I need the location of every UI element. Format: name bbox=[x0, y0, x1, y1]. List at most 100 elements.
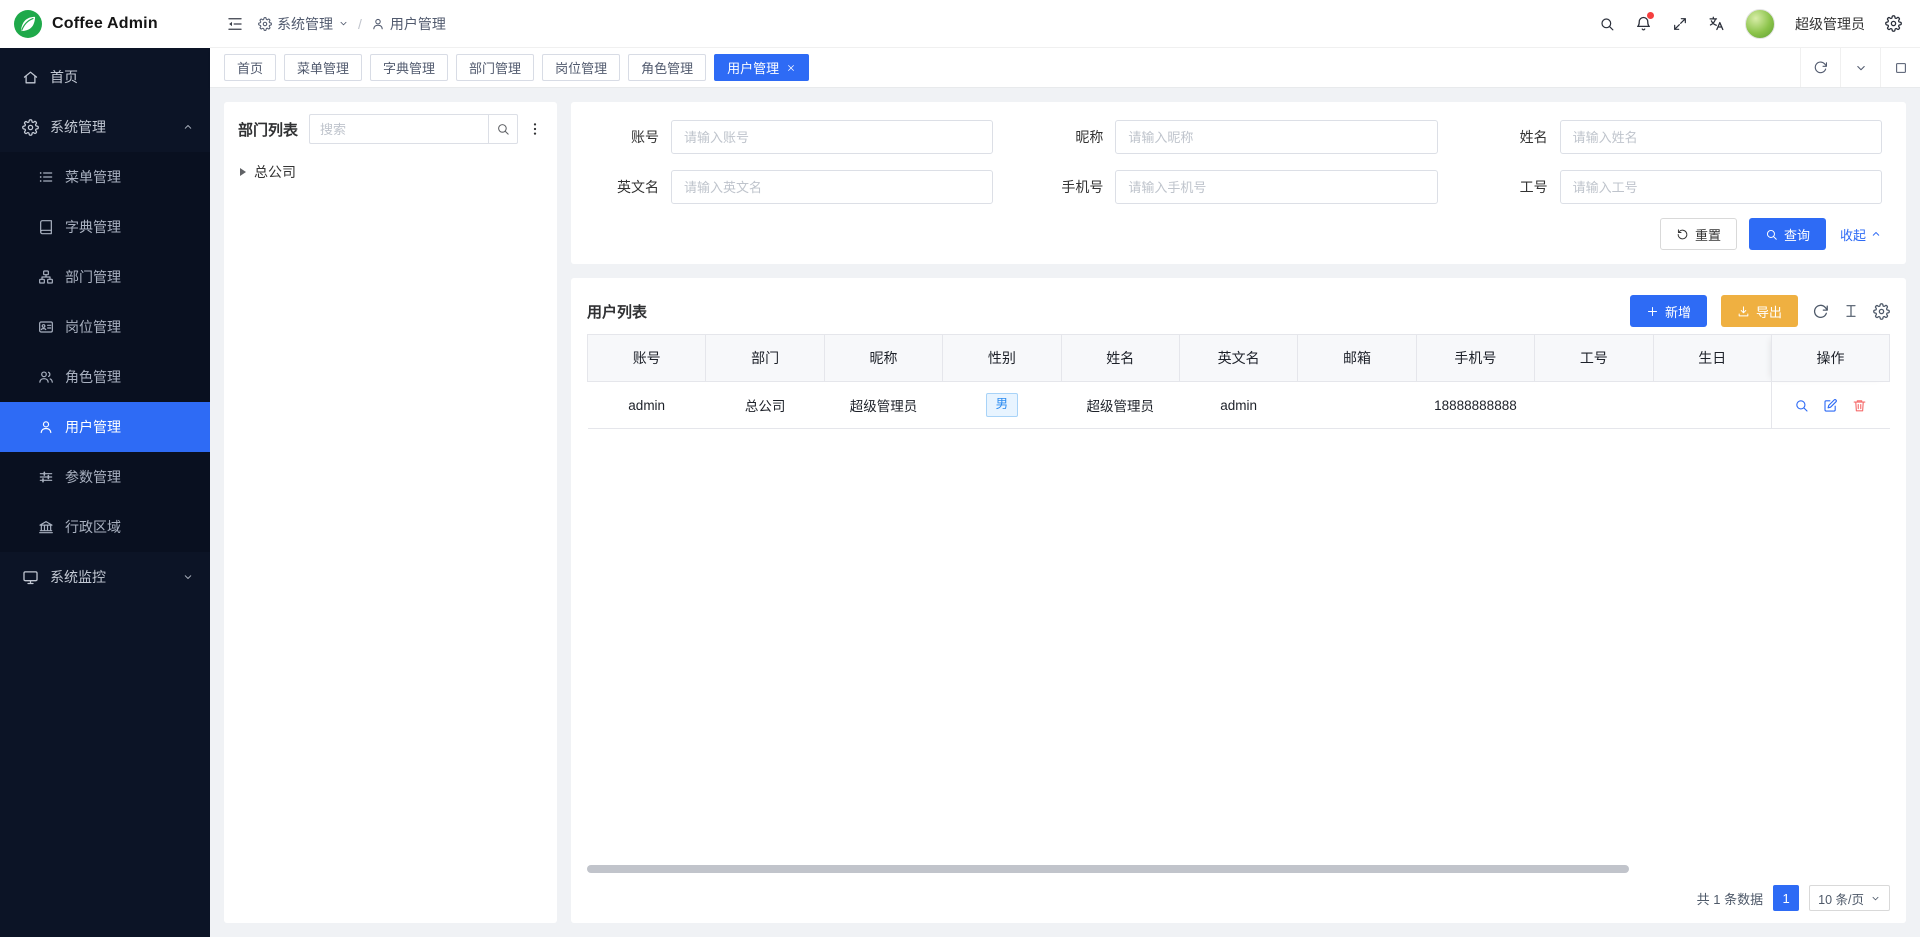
cell-email bbox=[1298, 382, 1416, 429]
page-1-button[interactable]: 1 bbox=[1773, 885, 1799, 911]
global-search-button[interactable] bbox=[1599, 16, 1615, 32]
query-button-label: 查询 bbox=[1784, 225, 1810, 244]
field-english-name: 英文名 bbox=[595, 170, 993, 204]
header-row: 账号 部门 昵称 性别 姓名 英文名 邮箱 手机号 工号 生日 操作 bbox=[588, 335, 1890, 382]
tab-maximize-button[interactable] bbox=[1880, 48, 1920, 87]
collapse-form-link[interactable]: 收起 bbox=[1840, 225, 1882, 244]
chevron-down-icon bbox=[1854, 61, 1868, 75]
edit-button[interactable] bbox=[1823, 398, 1838, 413]
sidebar-collapse-button[interactable] bbox=[226, 15, 244, 33]
tab-menu-management[interactable]: 菜单管理 bbox=[284, 54, 362, 81]
sidebar-item-label: 岗位管理 bbox=[65, 317, 121, 337]
cell-account: admin bbox=[588, 382, 706, 429]
department-search-button[interactable] bbox=[488, 114, 518, 144]
view-button[interactable] bbox=[1794, 398, 1809, 413]
tab-user-management[interactable]: 用户管理 bbox=[714, 54, 809, 81]
sidebar-group-system-monitor[interactable]: 系统监控 bbox=[0, 552, 210, 602]
scrollbar-thumb[interactable] bbox=[587, 865, 1629, 873]
cell-department: 总公司 bbox=[706, 382, 824, 429]
gear-icon bbox=[1873, 303, 1890, 320]
chevron-up-icon bbox=[182, 121, 194, 133]
department-more-button[interactable] bbox=[527, 121, 543, 137]
sidebar-item-dept-management[interactable]: 部门管理 bbox=[0, 252, 210, 302]
sidebar-item-home[interactable]: 首页 bbox=[0, 52, 210, 102]
tree-node-head-office[interactable]: 总公司 bbox=[238, 158, 543, 186]
fullscreen-button[interactable] bbox=[1672, 16, 1688, 32]
sidebar-item-param-management[interactable]: 参数管理 bbox=[0, 452, 210, 502]
language-button[interactable] bbox=[1708, 15, 1725, 32]
sidebar-item-label: 菜单管理 bbox=[65, 167, 121, 187]
cell-name: 超级管理员 bbox=[1061, 382, 1179, 429]
delete-button[interactable] bbox=[1852, 398, 1867, 413]
tree-caret-icon[interactable] bbox=[240, 168, 246, 176]
tab-dropdown-button[interactable] bbox=[1840, 48, 1880, 87]
tab-post-management[interactable]: 岗位管理 bbox=[542, 54, 620, 81]
export-download-icon bbox=[1737, 305, 1750, 318]
column-settings-button[interactable] bbox=[1873, 303, 1890, 320]
column-header-name: 姓名 bbox=[1061, 335, 1179, 382]
sidebar-item-user-management[interactable]: 用户管理 bbox=[0, 402, 210, 452]
add-user-button[interactable]: 新增 bbox=[1630, 295, 1707, 327]
close-icon[interactable] bbox=[786, 63, 796, 73]
name-input[interactable] bbox=[1560, 120, 1882, 154]
app-logo[interactable]: Coffee Admin bbox=[0, 0, 210, 48]
breadcrumb-label: 用户管理 bbox=[390, 14, 446, 34]
department-tree-icon bbox=[38, 269, 54, 285]
sidebar-item-dict-management[interactable]: 字典管理 bbox=[0, 202, 210, 252]
field-work-id: 工号 bbox=[1484, 170, 1882, 204]
tab-home[interactable]: 首页 bbox=[224, 54, 276, 81]
sidebar-item-region-management[interactable]: 行政区域 bbox=[0, 502, 210, 552]
breadcrumb-item-system[interactable]: 系统管理 bbox=[258, 14, 349, 34]
user-avatar[interactable] bbox=[1745, 9, 1775, 39]
breadcrumb-label: 系统管理 bbox=[277, 14, 333, 34]
account-input[interactable] bbox=[671, 120, 993, 154]
tab-dict-management[interactable]: 字典管理 bbox=[370, 54, 448, 81]
tab-label: 用户管理 bbox=[727, 58, 779, 77]
settings-button[interactable] bbox=[1885, 15, 1902, 32]
sidebar-group-system-management[interactable]: 系统管理 bbox=[0, 102, 210, 152]
gear-icon bbox=[1885, 15, 1902, 32]
tab-refresh-button[interactable] bbox=[1800, 48, 1840, 87]
department-search-input[interactable] bbox=[309, 114, 488, 144]
sidebar-item-label: 用户管理 bbox=[65, 417, 121, 437]
sidebar-item-role-management[interactable]: 角色管理 bbox=[0, 352, 210, 402]
coffee-leaf-logo-icon bbox=[14, 10, 42, 38]
table-row[interactable]: admin 总公司 超级管理员 男 超级管理员 admin 1888888888… bbox=[588, 382, 1890, 429]
table-refresh-button[interactable] bbox=[1812, 303, 1829, 320]
view-icon bbox=[1794, 398, 1809, 413]
tree-node-label: 总公司 bbox=[254, 162, 296, 182]
pagination-total: 共 1 条数据 bbox=[1697, 889, 1763, 908]
cell-birthday bbox=[1653, 382, 1771, 429]
home-icon bbox=[22, 69, 39, 86]
export-button[interactable]: 导出 bbox=[1721, 295, 1798, 327]
current-username[interactable]: 超级管理员 bbox=[1795, 14, 1865, 34]
page-size-select[interactable]: 10 条/页 bbox=[1809, 885, 1890, 911]
tab-label: 首页 bbox=[237, 58, 263, 77]
tab-role-management[interactable]: 角色管理 bbox=[628, 54, 706, 81]
department-panel-header: 部门列表 bbox=[238, 114, 543, 144]
phone-input[interactable] bbox=[1115, 170, 1437, 204]
tab-dept-management[interactable]: 部门管理 bbox=[456, 54, 534, 81]
nickname-input[interactable] bbox=[1115, 120, 1437, 154]
search-form-card: 账号 昵称 姓名 英文名 bbox=[571, 102, 1906, 264]
table-head: 账号 部门 昵称 性别 姓名 英文名 邮箱 手机号 工号 生日 操作 bbox=[588, 335, 1890, 382]
sidebar-item-post-management[interactable]: 岗位管理 bbox=[0, 302, 210, 352]
row-density-button[interactable] bbox=[1843, 303, 1859, 319]
sidebar-item-label: 角色管理 bbox=[65, 367, 121, 387]
column-header-gender: 性别 bbox=[943, 335, 1061, 382]
query-button[interactable]: 查询 bbox=[1749, 218, 1826, 250]
plus-icon bbox=[1646, 305, 1659, 318]
reset-button[interactable]: 重置 bbox=[1660, 218, 1737, 250]
work-id-input[interactable] bbox=[1560, 170, 1882, 204]
field-nickname: 昵称 bbox=[1039, 120, 1437, 154]
header-actions: 超级管理员 bbox=[1599, 9, 1902, 39]
region-bank-icon bbox=[38, 519, 54, 535]
field-label: 姓名 bbox=[1484, 127, 1548, 147]
notifications-button[interactable] bbox=[1635, 15, 1652, 32]
breadcrumb-separator: / bbox=[358, 16, 362, 32]
sidebar-submenu-system-management: 菜单管理 字典管理 部门管理 岗位管理 角色管理 bbox=[0, 152, 210, 552]
english-name-input[interactable] bbox=[671, 170, 993, 204]
collapse-link-label: 收起 bbox=[1840, 225, 1866, 244]
user-icon bbox=[371, 17, 385, 31]
sidebar-item-menu-management[interactable]: 菜单管理 bbox=[0, 152, 210, 202]
